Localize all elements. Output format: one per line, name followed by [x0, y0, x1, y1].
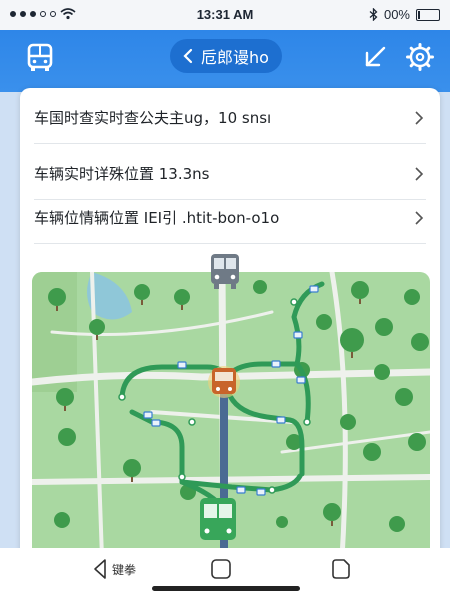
bus-route-map[interactable] [32, 272, 430, 558]
battery-icon [416, 8, 440, 21]
page-icon [332, 559, 350, 579]
nav-home-button[interactable] [210, 558, 232, 580]
bluetooth-icon [369, 8, 378, 21]
app-header: 卮郎谩ho [0, 30, 450, 92]
bus-marker[interactable] [200, 498, 236, 540]
chevron-left-icon [183, 48, 193, 64]
list-item-label: 车辆位情辆位置 IEI引 .htit-bon-o1o [34, 209, 280, 227]
status-bar: 13:31 AM 00% [0, 0, 450, 30]
triangle-left-icon [94, 559, 106, 579]
battery-percent: 00% [383, 7, 410, 22]
home-indicator[interactable] [152, 586, 300, 591]
title-back-button[interactable]: 卮郎谩ho [170, 39, 282, 73]
nav-recents-button[interactable] [330, 558, 352, 580]
nav-back-button[interactable]: 键拳 [92, 558, 136, 580]
collapse-arrow-icon[interactable] [360, 42, 390, 72]
page-title: 卮郎谩ho [201, 48, 269, 67]
list-item[interactable]: 车辆位情辆位置 IEI引 .htit-bon-o1o [34, 192, 426, 244]
list-item[interactable]: 车国时查实时查公夫主ug，10 snsı [34, 92, 426, 144]
list-item-label: 车辆实时详殊位置 13.3ns [34, 165, 210, 183]
chevron-right-icon [415, 166, 424, 181]
nav-back-label: 键拳 [112, 562, 137, 577]
content-card: 车国时查实时查公夫主ug，10 snsı 车辆实时详殊位置 13.3ns 车辆位… [20, 88, 440, 600]
bus-icon[interactable] [24, 42, 56, 74]
chevron-right-icon [415, 110, 424, 125]
bottom-nav: 键拳 [0, 548, 450, 600]
active-bus-marker[interactable] [208, 366, 240, 398]
gear-icon[interactable] [405, 42, 435, 72]
list-item-label: 车国时查实时查公夫主ug，10 snsı [34, 109, 272, 127]
chevron-right-icon [415, 210, 424, 225]
square-icon [211, 559, 231, 579]
bus-marker[interactable] [208, 252, 242, 290]
route-waypoints [118, 298, 311, 494]
